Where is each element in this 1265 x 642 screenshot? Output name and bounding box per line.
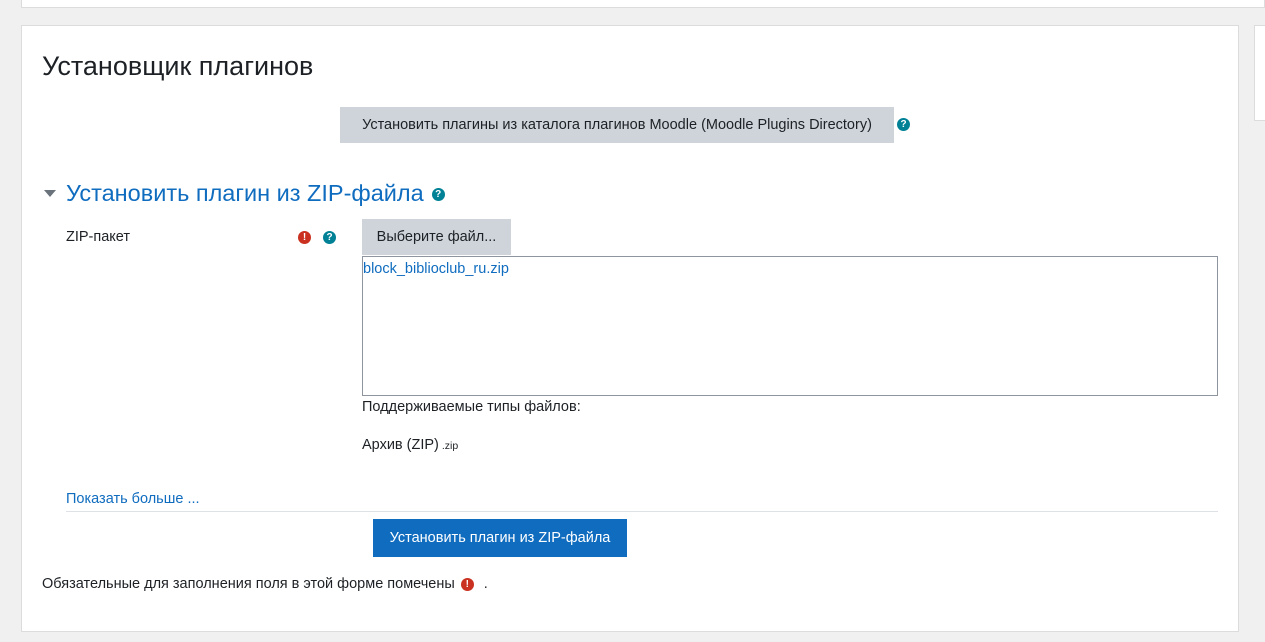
install-zip-button[interactable]: Установить плагин из ZIP-файла xyxy=(373,519,627,557)
required-fields-note: Обязательные для заполнения поля в этой … xyxy=(42,576,488,592)
install-from-directory-button[interactable]: Установить плагины из каталога плагинов … xyxy=(340,107,894,143)
section-title[interactable]: Установить плагин из ZIP-файла xyxy=(66,180,424,207)
type-extension: .zip xyxy=(441,440,459,452)
supported-types-label: Поддерживаемые типы файлов: xyxy=(362,399,581,415)
show-more-link[interactable]: Показать больше ... xyxy=(66,491,200,507)
file-drop-area[interactable]: block_biblioclub_ru.zip xyxy=(362,256,1218,396)
top-card xyxy=(21,0,1265,8)
caret-down-icon[interactable] xyxy=(44,189,56,197)
divider xyxy=(66,511,1218,512)
page-title: Установщик плагинов xyxy=(42,51,314,81)
exclamation-circle-icon: ! xyxy=(460,577,474,591)
side-block xyxy=(1254,25,1265,121)
question-circle-icon[interactable]: ? xyxy=(431,187,445,201)
choose-file-button[interactable]: Выберите файл... xyxy=(362,219,511,255)
required-note-suffix: . xyxy=(483,576,488,592)
question-circle-icon[interactable]: ? xyxy=(897,118,910,131)
required-note-text: Обязательные для заполнения поля в этой … xyxy=(42,576,455,592)
zip-package-label: ZIP-пакет xyxy=(66,229,131,245)
exclamation-circle-icon: ! xyxy=(298,231,311,244)
section-header-zip[interactable]: Установить плагин из ZIP-файла ? xyxy=(44,178,445,208)
selected-file-link[interactable]: block_biblioclub_ru.zip xyxy=(363,261,509,277)
supported-type-item: Архив (ZIP) .zip xyxy=(362,437,458,453)
type-name: Архив (ZIP) xyxy=(362,437,439,453)
question-circle-icon[interactable]: ? xyxy=(323,231,336,244)
